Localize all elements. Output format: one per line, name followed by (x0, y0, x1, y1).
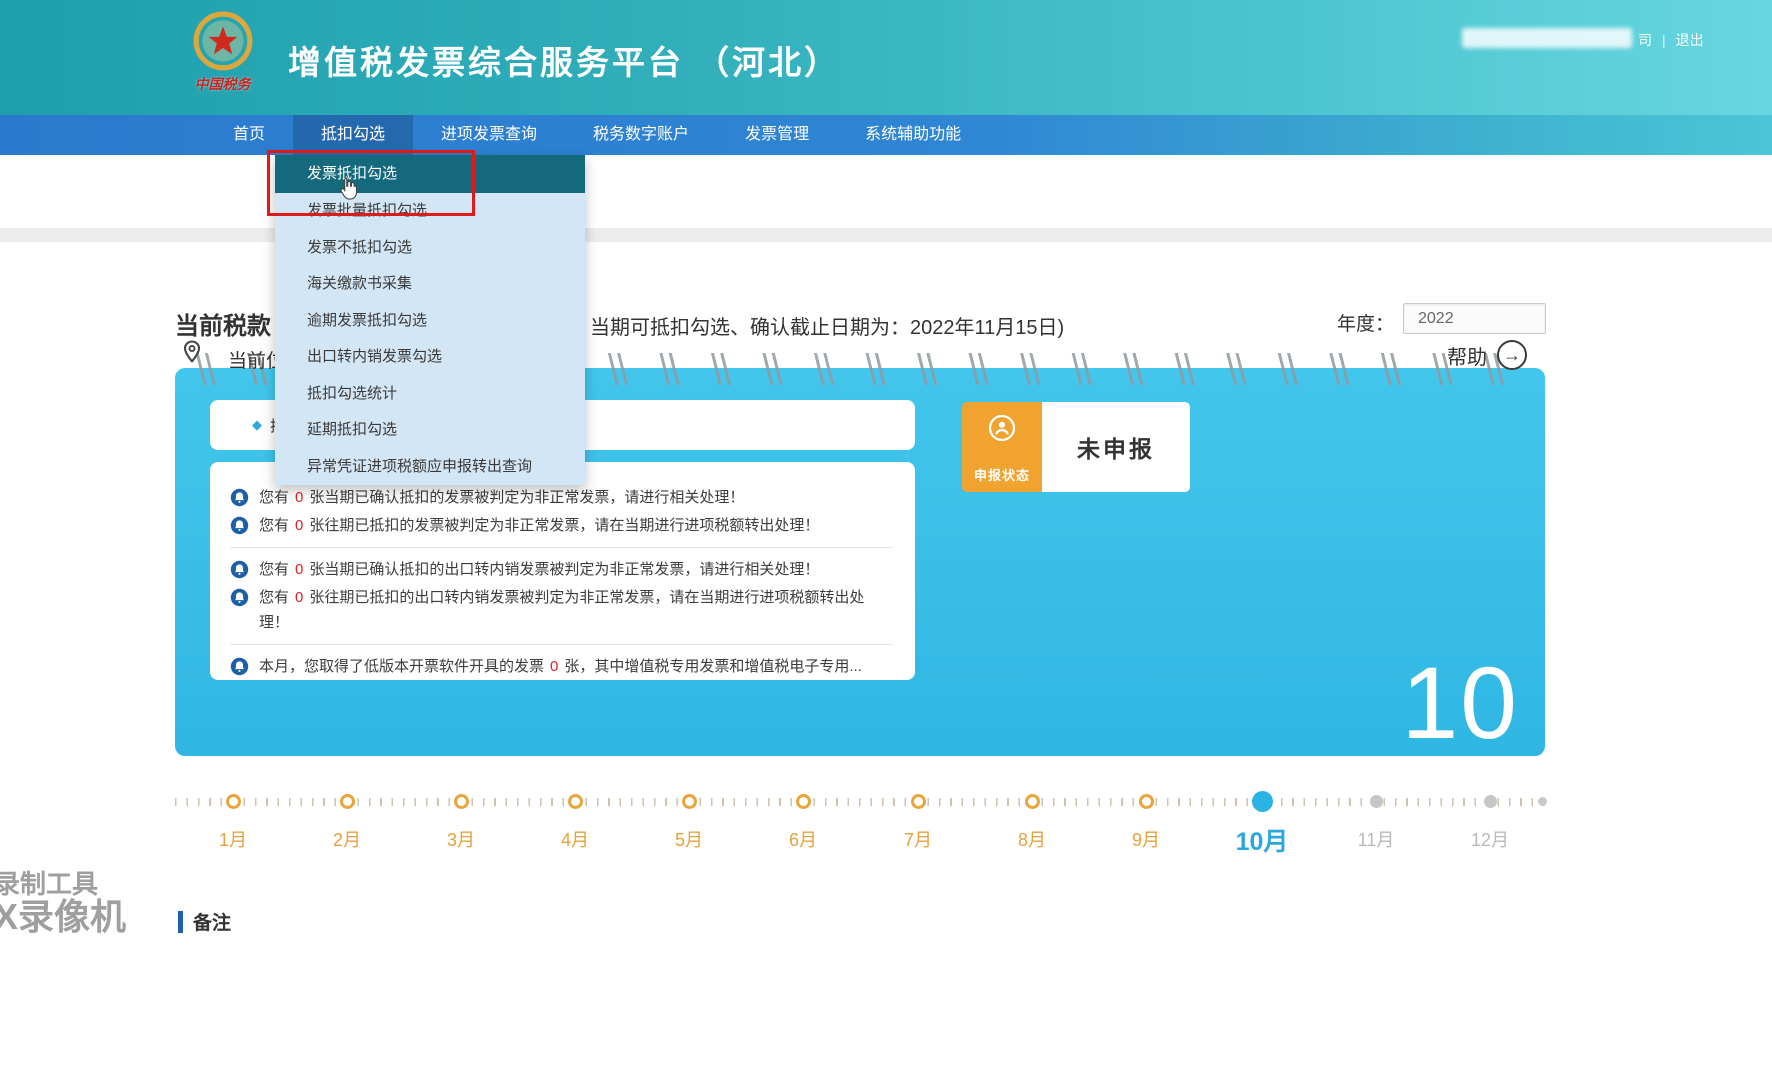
deadline-subtitle: 当期可抵扣勾选、确认截止日期为：2022年11月15日) (590, 317, 1065, 339)
menu-item-customs-payment-collection[interactable]: 海关缴款书采集 (275, 266, 585, 303)
national-emblem-icon (193, 11, 252, 71)
bell-icon (230, 488, 249, 507)
notice-count: 0 (295, 489, 304, 506)
help-button[interactable]: 帮助 → (1447, 340, 1527, 370)
remarks-section-header: 备注 (178, 908, 231, 935)
status-badge-label: 申报状态 (973, 468, 1030, 483)
timeline-month-5[interactable]: 5月 (641, 788, 737, 852)
timeline-month-7[interactable]: 7月 (870, 788, 966, 852)
watermark-line2: X录像机 (0, 896, 127, 937)
notice-row: 本月，您取得了低版本开票软件开具的发票 0 张，其中增值税专用发票和增值税电子专用.… (230, 654, 893, 679)
timeline-month-9[interactable]: 9月 (1098, 788, 1194, 852)
menu-item-overdue-invoice-deduction[interactable]: 逾期发票抵扣勾选 (275, 303, 585, 340)
vat-invoice-platform-page: 中国税务 增值税发票综合服务平台 （河北） 司 | 退出 首页 抵扣勾选 进项发… (0, 0, 1772, 1080)
menu-item-invoice-deduction-check[interactable]: 发票抵扣勾选 (275, 155, 585, 193)
breadcrumb-bar: 当前位 帮助 → (0, 155, 1772, 372)
screen-recorder-watermark: 录制工具 X录像机 (0, 870, 126, 936)
notice-row: 您有 0 张当期已确认抵扣的发票被判定为非正常发票，请进行相关处理！ (230, 485, 893, 510)
nav-item-invoice-management[interactable]: 发票管理 (717, 115, 837, 155)
bell-icon (230, 657, 249, 676)
current-month-number: 10 (1401, 646, 1519, 760)
notice-row: 您有 0 张往期已抵扣的发票被判定为非正常发票，请在当期进行进项税额转出处理！ (230, 513, 893, 538)
main-nav: 首页 抵扣勾选 进项发票查询 税务数字账户 发票管理 系统辅助功能 (0, 115, 1772, 155)
menu-item-abnormal-voucher-query[interactable]: 异常凭证进项税额应申报转出查询 (275, 449, 585, 486)
year-select[interactable] (1403, 303, 1546, 334)
menu-item-batch-deduction-check[interactable]: 发票批量抵扣勾选 (275, 193, 585, 230)
location-icon (178, 338, 206, 371)
timeline-month-2[interactable]: 2月 (299, 788, 395, 852)
notification-card: 您有 0 张当期已确认抵扣的发票被判定为非正常发票，请进行相关处理！ 您有 0 张往期已… (210, 462, 915, 680)
current-tax-period-title: 当前税款 (175, 313, 271, 340)
nav-item-tax-digital-account[interactable]: 税务数字账户 (565, 115, 717, 155)
timeline-month-1[interactable]: 1月 (185, 788, 281, 852)
timeline-month-8[interactable]: 8月 (984, 788, 1080, 852)
notice-divider (230, 547, 893, 548)
timeline-month-11[interactable]: 11月 (1328, 788, 1424, 852)
logo-caption: 中国税务 (194, 76, 251, 92)
section-divider (0, 228, 1772, 242)
logout-link[interactable]: 退出 (1676, 30, 1704, 50)
page-title: 增值税发票综合服务平台 （河北） (288, 44, 841, 81)
bell-icon (230, 588, 249, 607)
tax-emblem-logo: 中国税务 (175, 10, 270, 110)
nav-item-system-aux[interactable]: 系统辅助功能 (837, 115, 989, 155)
menu-item-no-deduction-check[interactable]: 发票不抵扣勾选 (275, 230, 585, 267)
help-label: 帮助 (1447, 346, 1487, 369)
nav-item-deduction-check[interactable]: 抵扣勾选 (293, 115, 414, 155)
notice-count: 0 (550, 658, 559, 675)
timeline-month-4[interactable]: 4月 (527, 788, 623, 852)
deduction-check-dropdown-menu: 发票抵扣勾选 发票批量抵扣勾选 发票不抵扣勾选 海关缴款书采集 逾期发票抵扣勾选… (275, 155, 585, 485)
status-value: 未申报 (1077, 436, 1155, 462)
timeline-month-6[interactable]: 6月 (755, 788, 851, 852)
watermark-line1: 录制工具 (0, 869, 99, 899)
status-person-icon (988, 414, 1016, 442)
nav-item-input-invoice-query[interactable]: 进项发票查询 (413, 115, 565, 155)
nav-item-home[interactable]: 首页 (205, 115, 293, 155)
account-bar: 司 | 退出 (1638, 30, 1704, 50)
menu-item-deferred-deduction-check[interactable]: 延期抵扣勾选 (275, 412, 585, 449)
timeline-month-3[interactable]: 3月 (413, 788, 509, 852)
help-arrow-icon: → (1497, 340, 1527, 370)
account-name-redacted (1462, 28, 1632, 48)
notice-divider (230, 644, 893, 645)
account-suffix: 司 (1638, 32, 1652, 48)
remarks-accent-bar (178, 910, 183, 933)
declaration-status-value-box: 未申报 (1042, 402, 1190, 492)
year-label: 年度： (1337, 314, 1395, 335)
notice-count: 0 (295, 517, 304, 534)
bell-icon (230, 560, 249, 579)
diamond-bullet-icon: ◆ (252, 417, 262, 432)
timeline-month-12[interactable]: 12月 (1442, 788, 1538, 852)
timeline-month-10-current[interactable]: 10月 (1214, 788, 1310, 858)
notice-row: 您有 0 张当期已确认抵扣的出口转内销发票被判定为非正常发票，请进行相关处理！ (230, 557, 893, 582)
menu-item-export-to-domestic-check[interactable]: 出口转内销发票勾选 (275, 339, 585, 376)
divider: | (1662, 32, 1666, 48)
notice-count: 0 (295, 561, 304, 578)
menu-item-deduction-statistics[interactable]: 抵扣勾选统计 (275, 376, 585, 413)
notice-count: 0 (295, 589, 304, 606)
timeline-end-dot (1538, 797, 1547, 806)
declaration-status-badge: 申报状态 (962, 402, 1042, 492)
app-header: 中国税务 增值税发票综合服务平台 （河北） 司 | 退出 (0, 0, 1772, 115)
remarks-label: 备注 (193, 913, 232, 934)
bell-icon (230, 516, 249, 535)
notice-row: 您有 0 张往期已抵扣的出口转内销发票被判定为非正常发票，请在当期进行进项税额转出处… (230, 585, 893, 635)
month-timeline: 1月 2月 3月 4月 5月 6月 7月 8月 9月 10月 11月 12月 (175, 788, 1552, 863)
